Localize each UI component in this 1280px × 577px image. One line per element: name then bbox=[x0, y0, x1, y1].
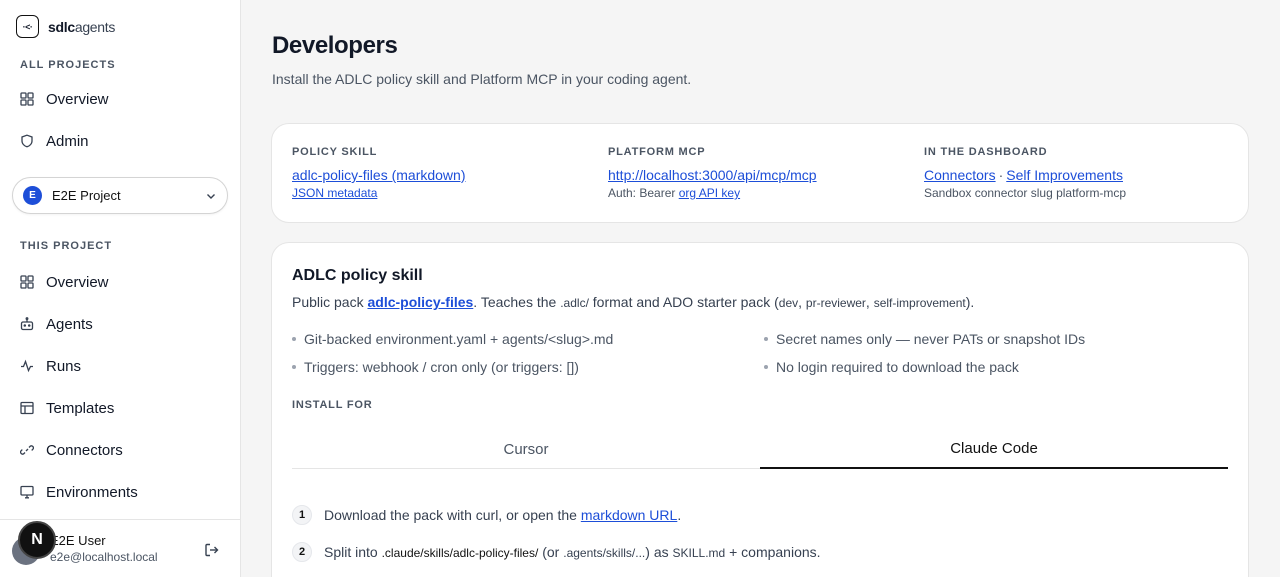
step-code: SKILL.md bbox=[672, 546, 726, 560]
activity-icon bbox=[21, 359, 33, 373]
this-project-label: THIS PROJECT bbox=[20, 240, 113, 252]
sandbox-connector-note: Sandbox connector slug platform-mcp bbox=[924, 186, 1127, 200]
sidebar-item-label: Templates bbox=[46, 399, 115, 417]
desc-text: format and ADO starter pack ( bbox=[592, 294, 779, 310]
desc-code: .adlc/ bbox=[560, 296, 589, 310]
skill-description: Public pack adlc-policy-files. Teaches t… bbox=[292, 294, 974, 310]
step-number: 2 bbox=[292, 542, 312, 562]
sidebar-item-environments[interactable]: Environments bbox=[20, 481, 138, 503]
feature-bullet: Secret names only — never PATs or snapsh… bbox=[764, 331, 1085, 347]
policy-skill-link[interactable]: adlc-policy-files (markdown) bbox=[292, 167, 466, 183]
desc-text: , bbox=[798, 294, 803, 310]
sidebar-item-all-overview[interactable]: Overview bbox=[20, 88, 109, 110]
install-step: 1 Download the pack with curl, or open t… bbox=[292, 505, 681, 525]
tab-cursor[interactable]: Cursor bbox=[292, 429, 760, 469]
sidebar-item-connectors[interactable]: Connectors bbox=[20, 439, 123, 461]
desc-text: ). bbox=[965, 294, 975, 310]
step-text-part: (or bbox=[542, 544, 560, 560]
chevron-down-icon bbox=[207, 193, 215, 199]
markdown-url-link[interactable]: markdown URL bbox=[581, 507, 677, 523]
sidebar-item-label: Overview bbox=[46, 90, 109, 108]
dashboard-label: IN THE DASHBOARD bbox=[924, 146, 1048, 158]
sidebar-item-overview[interactable]: Overview bbox=[20, 271, 109, 293]
step-text-part: + companions. bbox=[729, 544, 821, 560]
sidebar-item-label: Runs bbox=[46, 357, 82, 375]
policy-skill-label: POLICY SKILL bbox=[292, 146, 378, 158]
desc-text: . Teaches the bbox=[473, 294, 557, 310]
platform-mcp-label: PLATFORM MCP bbox=[608, 146, 706, 158]
auth-prefix: Auth: Bearer bbox=[608, 186, 676, 200]
sidebar-item-label: Agents bbox=[46, 315, 93, 333]
table-icon bbox=[20, 401, 34, 415]
desc-code: dev bbox=[778, 296, 799, 310]
feature-bullet: No login required to download the pack bbox=[764, 359, 1019, 375]
platform-mcp-auth: Auth: Bearer org API key bbox=[608, 186, 817, 200]
sidebar-item-label: Overview bbox=[46, 273, 109, 291]
n-badge-icon[interactable]: N bbox=[18, 521, 56, 559]
desc-code: self-improvement bbox=[873, 296, 966, 310]
step-code: .agents/skills/... bbox=[563, 546, 646, 560]
all-projects-label: ALL PROJECTS bbox=[20, 59, 116, 71]
desc-code: pr-reviewer bbox=[805, 296, 866, 310]
step-code: .claude/skills/adlc-policy-files/ bbox=[381, 546, 539, 560]
user-name: E2E User bbox=[50, 533, 106, 548]
install-tabs: Cursor Claude Code bbox=[292, 429, 1228, 469]
feature-bullet: Git-backed environment.yaml + agents/<sl… bbox=[292, 331, 613, 347]
brand-name: sdlcagents bbox=[48, 19, 115, 35]
sidebar: ·<· sdlcagents ALL PROJECTS Overview Adm… bbox=[0, 0, 241, 577]
project-selector[interactable]: E E2E Project bbox=[12, 177, 228, 214]
step-text-part: ) as bbox=[645, 544, 669, 560]
sidebar-item-templates[interactable]: Templates bbox=[20, 397, 114, 419]
step-text: Split into .claude/skills/adlc-policy-fi… bbox=[324, 544, 821, 560]
feature-bullet: Triggers: webhook / cron only (or trigge… bbox=[292, 359, 579, 375]
install-step: 2 Split into .claude/skills/adlc-policy-… bbox=[292, 542, 821, 562]
bot-icon bbox=[20, 317, 34, 331]
step-number: 1 bbox=[292, 505, 312, 525]
grid-icon bbox=[20, 92, 34, 106]
sidebar-item-label: Connectors bbox=[46, 441, 123, 459]
platform-mcp-link[interactable]: http://localhost:3000/api/mcp/mcp bbox=[608, 167, 817, 183]
project-name: E2E Project bbox=[52, 188, 121, 203]
summary-card: POLICY SKILL adlc-policy-files (markdown… bbox=[271, 123, 1249, 223]
policy-skill-column: POLICY SKILL adlc-policy-files (markdown… bbox=[292, 146, 466, 200]
sidebar-item-label: Environments bbox=[46, 483, 138, 501]
brand-name-part1: sdlc bbox=[48, 18, 75, 35]
project-badge: E bbox=[23, 186, 42, 205]
desc-text: , bbox=[865, 294, 870, 310]
install-for-label: INSTALL FOR bbox=[292, 399, 373, 411]
brand-logo-icon: ·<· bbox=[16, 15, 39, 38]
page-subtitle: Install the ADLC policy skill and Platfo… bbox=[272, 71, 692, 87]
connectors-link[interactable]: Connectors bbox=[924, 167, 996, 183]
brand[interactable]: ·<· sdlcagents bbox=[16, 15, 115, 38]
policy-skill-card: ADLC policy skill Public pack adlc-polic… bbox=[271, 242, 1249, 577]
desc-prefix: Public pack bbox=[292, 294, 364, 310]
self-improvements-link[interactable]: Self Improvements bbox=[1006, 167, 1123, 183]
json-metadata-link[interactable]: JSON metadata bbox=[292, 186, 377, 200]
platform-mcp-column: PLATFORM MCP http://localhost:3000/api/m… bbox=[608, 146, 817, 200]
sidebar-item-label: Admin bbox=[46, 132, 89, 150]
sidebar-item-agents[interactable]: Agents bbox=[20, 313, 93, 335]
tab-claude-code[interactable]: Claude Code bbox=[760, 429, 1228, 469]
user-email: e2e@localhost.local bbox=[50, 550, 158, 564]
monitor-icon bbox=[20, 485, 34, 499]
policy-skill-sub: JSON metadata bbox=[292, 186, 466, 200]
dashboard-column: IN THE DASHBOARD Connectors · Self Improve… bbox=[924, 146, 1126, 200]
grid-icon bbox=[20, 275, 34, 289]
step-text: Download the pack with curl, or open the… bbox=[324, 507, 681, 523]
brand-name-part2: agents bbox=[74, 18, 116, 35]
adlc-policy-files-link[interactable]: adlc-policy-files bbox=[367, 294, 473, 310]
skill-title: ADLC policy skill bbox=[292, 267, 423, 284]
logout-icon[interactable] bbox=[204, 542, 220, 558]
shield-icon bbox=[21, 134, 33, 148]
sidebar-item-runs[interactable]: Runs bbox=[20, 355, 81, 377]
step-text-part: Split into bbox=[324, 544, 378, 560]
sidebar-item-admin[interactable]: Admin bbox=[20, 130, 89, 152]
step-text-part: . bbox=[677, 507, 682, 523]
link-separator: · bbox=[998, 167, 1004, 183]
org-api-key-link[interactable]: org API key bbox=[679, 186, 740, 200]
step-text-part: Download the pack with curl, or open the bbox=[324, 507, 577, 523]
link-icon bbox=[20, 445, 34, 455]
dashboard-links: Connectors · Self Improvements bbox=[924, 167, 1126, 183]
page-title: Developers bbox=[272, 32, 398, 59]
